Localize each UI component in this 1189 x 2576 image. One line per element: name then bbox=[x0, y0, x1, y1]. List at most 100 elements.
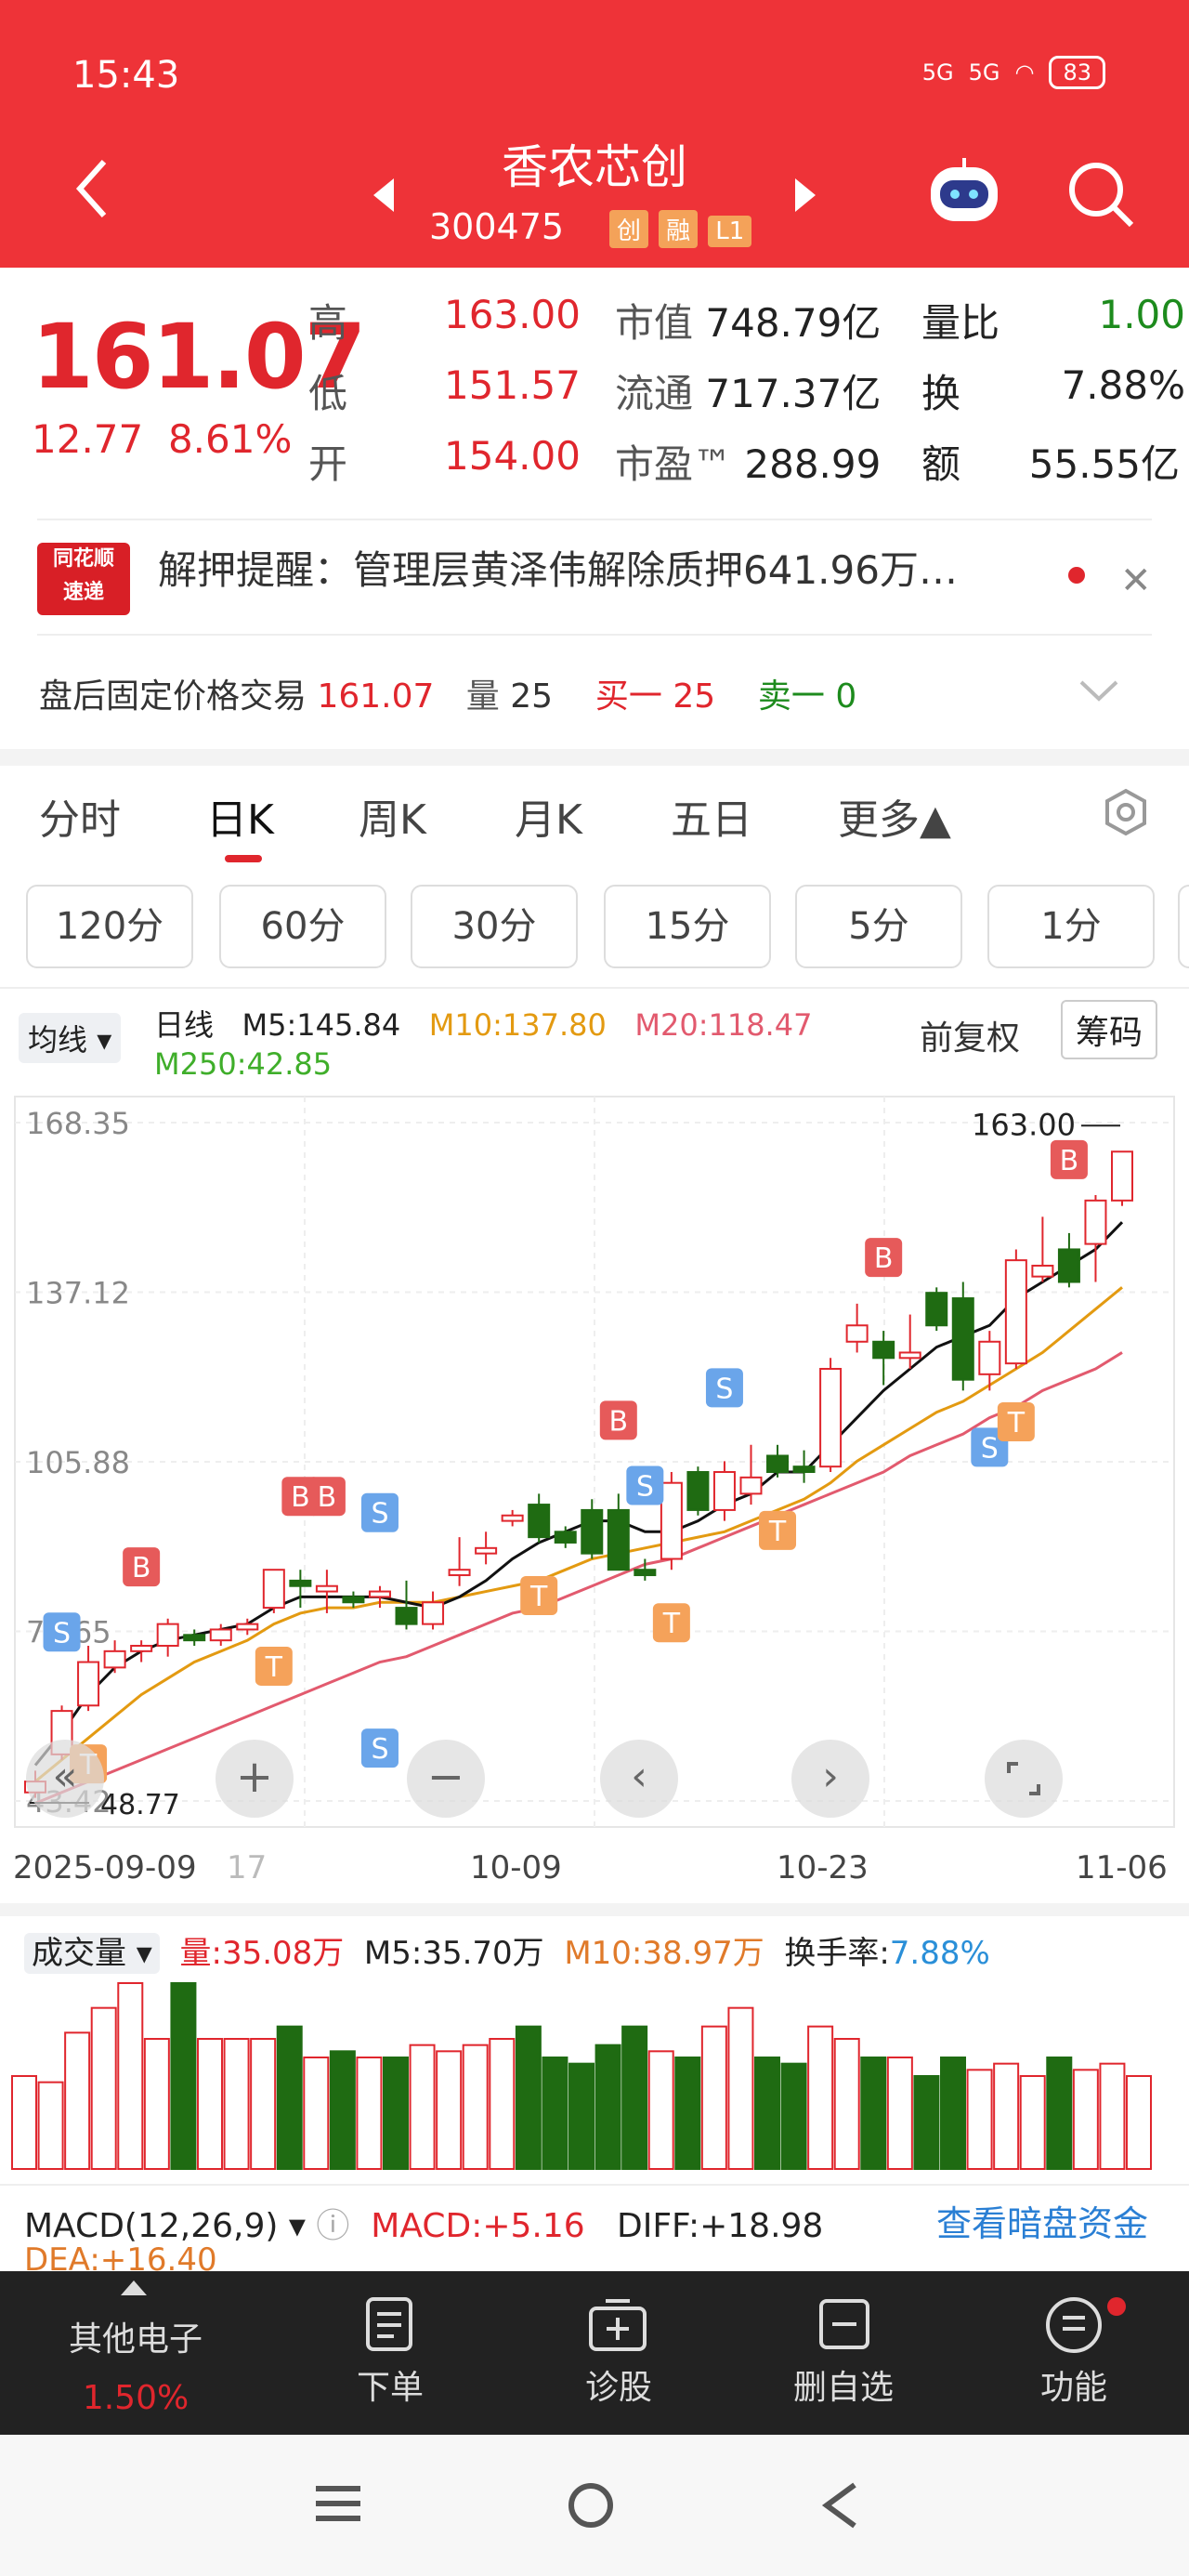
candle-body bbox=[289, 1579, 312, 1587]
tab-intraday[interactable]: 分时 bbox=[39, 786, 121, 846]
open-value: 154.00 bbox=[444, 433, 581, 479]
vr-label: 量比 bbox=[921, 300, 1000, 346]
candle-body bbox=[634, 1569, 657, 1577]
volume-bar bbox=[223, 2038, 250, 2170]
volume-value: 量:35.08万 bbox=[179, 1935, 345, 1972]
news-headline[interactable]: 解押提醒：管理层黄泽伟解除质押641.96万… bbox=[158, 539, 958, 596]
menu-icon[interactable] bbox=[314, 2483, 362, 2530]
signal-icon: 5G bbox=[921, 59, 954, 85]
candle-body bbox=[581, 1508, 604, 1555]
news-logo-bottom: 速递 bbox=[62, 581, 104, 604]
candle-body bbox=[1057, 1248, 1080, 1283]
low-label: 低 bbox=[308, 371, 348, 416]
sector-expand-icon[interactable] bbox=[121, 2280, 147, 2295]
volume-bar bbox=[700, 2025, 727, 2170]
volume-bar bbox=[170, 1982, 197, 2170]
volume-bar bbox=[303, 2057, 330, 2170]
zoom-in-icon[interactable]: + bbox=[216, 1740, 294, 1818]
search-icon[interactable] bbox=[1066, 160, 1135, 232]
close-icon[interactable]: ✕ bbox=[1120, 559, 1152, 602]
ma-selector[interactable]: 均线 ▾ bbox=[19, 1013, 122, 1063]
zoom-out-icon[interactable]: − bbox=[407, 1740, 485, 1818]
candle-body bbox=[925, 1292, 948, 1327]
next-stock-icon[interactable] bbox=[791, 177, 819, 217]
tab-daily-k[interactable]: 日K bbox=[206, 786, 274, 846]
signal-label: T bbox=[529, 1581, 548, 1613]
candle-body bbox=[766, 1454, 790, 1474]
m5-value: M5:145.84 bbox=[242, 1007, 401, 1043]
period-120m[interactable]: 120分 bbox=[26, 885, 193, 968]
tab-five-day[interactable]: 五日 bbox=[671, 786, 752, 846]
order-icon[interactable] bbox=[360, 2295, 418, 2357]
signal-icon-2: 5G bbox=[968, 59, 1000, 85]
signal-label: B bbox=[291, 1481, 310, 1514]
ma20-line bbox=[34, 1351, 1123, 1805]
candle-body bbox=[501, 1514, 524, 1522]
volume-bar bbox=[621, 2025, 648, 2170]
macd-selector[interactable]: MACD(12,26,9) bbox=[24, 2207, 278, 2245]
tab-more[interactable]: 更多▲ bbox=[838, 786, 951, 846]
candle-body bbox=[315, 1584, 338, 1593]
home-icon[interactable] bbox=[567, 2481, 615, 2533]
chevron-down-icon[interactable] bbox=[1078, 677, 1120, 708]
diagnose-button[interactable]: 诊股 bbox=[535, 2360, 702, 2409]
volume-bar bbox=[11, 2075, 37, 2170]
robot-assistant-icon[interactable] bbox=[925, 156, 1003, 230]
volume-bar bbox=[940, 2057, 966, 2170]
order-button[interactable]: 下单 bbox=[307, 2360, 474, 2409]
diagnose-icon[interactable] bbox=[587, 2295, 648, 2357]
fullscreen-icon[interactable] bbox=[985, 1740, 1063, 1818]
delete-watch-icon[interactable] bbox=[816, 2295, 873, 2357]
chips-button[interactable]: 筹码 bbox=[1061, 1000, 1158, 1059]
after-hours-trade[interactable]: 盘后固定价格交易 161.07 量 25 买一 25 卖一 0 bbox=[39, 669, 856, 717]
signal-label: B bbox=[1060, 1145, 1079, 1177]
wifi-icon: ◠ bbox=[1014, 59, 1035, 85]
stock-name: 香农芯创 bbox=[502, 140, 687, 194]
candle-body bbox=[792, 1465, 816, 1474]
candle-body bbox=[528, 1504, 551, 1539]
candle-body bbox=[475, 1546, 498, 1555]
settings-icon[interactable] bbox=[1102, 788, 1150, 840]
function-icon[interactable] bbox=[1044, 2295, 1104, 2359]
mktcap: 市值 748.79亿 bbox=[615, 292, 881, 348]
tag-level: L1 bbox=[708, 216, 752, 247]
turnover-value: 7.88% bbox=[889, 1935, 990, 1972]
sector-name[interactable]: 其他电子 bbox=[52, 2312, 219, 2360]
volume-bar bbox=[117, 1982, 144, 2170]
volume-bar bbox=[383, 2057, 409, 2170]
period-5m[interactable]: 5分 bbox=[795, 885, 962, 968]
pan-right-icon[interactable]: › bbox=[791, 1740, 869, 1818]
signal-label: T bbox=[265, 1651, 283, 1684]
volume-bar bbox=[250, 2038, 277, 2170]
y-tick-label: 168.35 bbox=[26, 1106, 130, 1141]
volume-bar bbox=[37, 2081, 64, 2170]
high-value: 163.00 bbox=[444, 292, 581, 337]
tab-monthly-k[interactable]: 月K bbox=[515, 786, 582, 846]
period-1m[interactable]: 1分 bbox=[987, 885, 1155, 968]
delete-watch-button[interactable]: 删自选 bbox=[760, 2360, 927, 2409]
float-label: 流通 bbox=[615, 371, 694, 416]
period-15m[interactable]: 15分 bbox=[604, 885, 771, 968]
pan-left-icon[interactable]: ‹ bbox=[600, 1740, 678, 1818]
candle-body bbox=[607, 1508, 630, 1571]
volume-bar bbox=[276, 2025, 303, 2170]
help-icon[interactable]: ⓘ bbox=[316, 2207, 349, 2245]
tab-weekly-k[interactable]: 周K bbox=[359, 786, 426, 846]
back-nav-icon[interactable] bbox=[821, 2481, 858, 2533]
dark-pool-link[interactable]: 查看暗盘资金 bbox=[936, 2195, 1148, 2246]
float-value: 717.37亿 bbox=[705, 371, 882, 416]
adjust-toggle[interactable]: 前复权 bbox=[920, 1011, 1020, 1059]
function-button[interactable]: 功能 bbox=[990, 2360, 1157, 2409]
scroll-left-icon[interactable]: « bbox=[26, 1740, 104, 1818]
period-60m[interactable]: 60分 bbox=[219, 885, 386, 968]
volume-bar bbox=[197, 2038, 223, 2170]
period-more[interactable] bbox=[1178, 885, 1189, 968]
bid-value: 25 bbox=[673, 677, 716, 716]
period-30m[interactable]: 30分 bbox=[411, 885, 578, 968]
x-tick-start: 2025-09-09 bbox=[13, 1849, 197, 1886]
divider bbox=[0, 2184, 1189, 2186]
volume-chart[interactable] bbox=[0, 1974, 1189, 2178]
volume-header: 成交量 ▾ 量:35.08万 M5:35.70万 M10:38.97万 换手率:… bbox=[24, 1927, 990, 1974]
turn-value: 7.88% bbox=[1061, 362, 1185, 408]
volume-selector[interactable]: 成交量 ▾ bbox=[24, 1933, 160, 1974]
